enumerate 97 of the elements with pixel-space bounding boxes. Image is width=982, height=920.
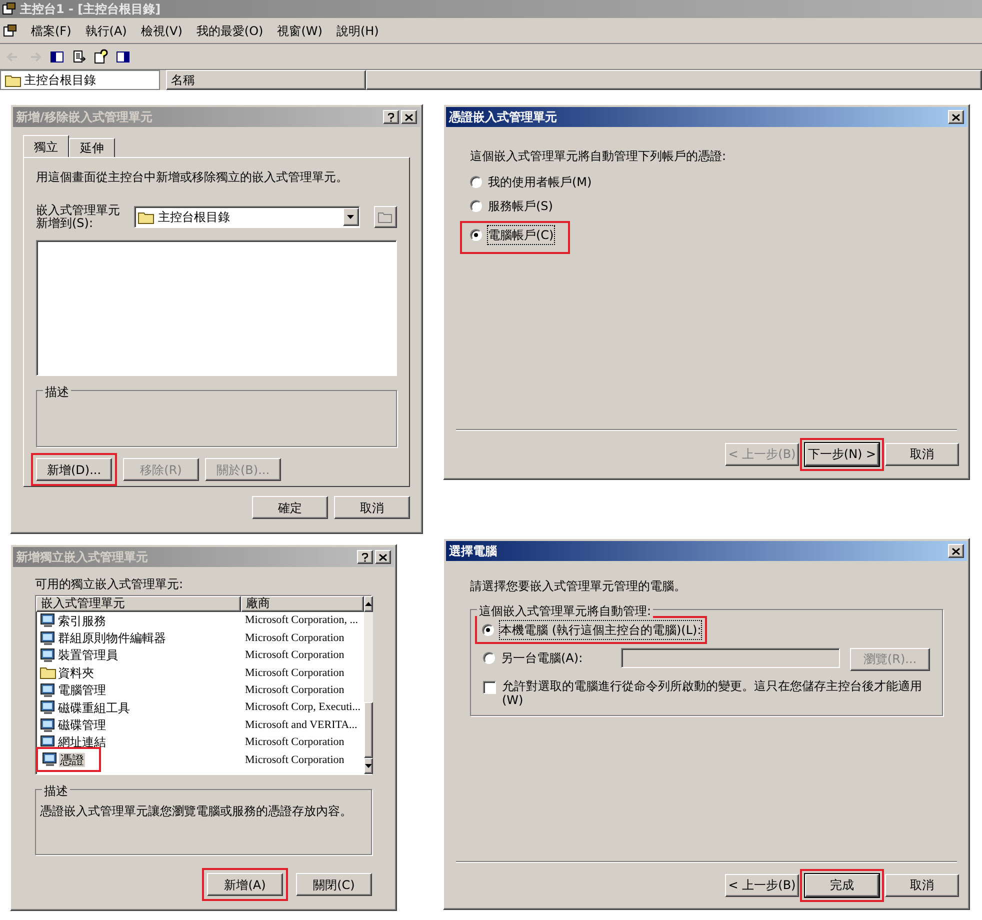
dialog-button[interactable]: 新增(D)... <box>36 458 112 481</box>
tab[interactable]: 延伸 <box>69 138 115 157</box>
dialog-button[interactable]: 取消 <box>885 874 959 896</box>
console-icon <box>2 2 16 16</box>
help-button[interactable] <box>357 550 373 564</box>
radio-button[interactable] <box>483 652 495 664</box>
close-icon <box>952 114 960 120</box>
column-header[interactable]: 廠商 <box>241 596 364 612</box>
help-icon <box>93 48 109 64</box>
close-icon <box>952 548 960 554</box>
list-item[interactable]: 索引服務 <box>57 614 107 628</box>
down-arrow-icon <box>365 764 372 768</box>
scrollbar[interactable] <box>364 596 374 774</box>
dialog-button[interactable]: 取消 <box>885 442 959 466</box>
pane-icon <box>115 48 131 64</box>
question-mark-icon <box>388 112 394 122</box>
radio-button[interactable] <box>470 176 482 188</box>
question-mark-icon <box>362 552 368 562</box>
column-header[interactable]: 嵌入式管理單元 <box>36 596 241 612</box>
list-item[interactable]: 磁碟重組工具 <box>57 700 131 715</box>
computer-name-field[interactable] <box>620 648 840 668</box>
list-item[interactable]: 電腦管理 <box>57 683 107 698</box>
column-header[interactable]: 名稱 <box>166 70 366 90</box>
dialog-button[interactable]: 下一步(N) > <box>805 442 879 466</box>
radio-label: 另一台電腦(A): <box>501 650 583 668</box>
menu-item[interactable]: 檔案(F) <box>31 22 72 40</box>
radio-button[interactable] <box>482 624 494 636</box>
vendor-cell-text: Microsoft Corporation <box>244 648 346 664</box>
description-text: 憑證嵌入式管理單元讓您瀏覽電腦或服務的憑證存放內容。 <box>40 804 352 818</box>
folder-button[interactable] <box>374 206 397 228</box>
instruction-text: 請選擇您要嵌入式管理單元管理的電腦。 <box>470 578 687 595</box>
checkbox-label: 允許對選取的電腦進行從命令列所啟動的變更。這只在您儲存主控台後才能適用(W) <box>502 678 923 706</box>
tab[interactable]: 獨立 <box>23 135 69 157</box>
vendor-cell-text: Microsoft Corporation <box>244 683 346 698</box>
dropdown-button[interactable] <box>342 208 359 226</box>
close-button[interactable] <box>948 110 964 124</box>
menu-item[interactable]: 我的最愛(O) <box>196 22 264 40</box>
folder-icon <box>378 211 392 223</box>
dropdown-field[interactable]: 主控台根目錄 <box>134 206 360 228</box>
vendor-cell-text: Microsoft Corporation, ... <box>244 613 360 628</box>
tree-icon <box>49 48 65 64</box>
dialog-title: 憑證嵌入式管理單元 <box>449 109 557 126</box>
list-label: 可用的獨立嵌入式管理單元: <box>35 576 184 593</box>
dialog-title: 選擇電腦 <box>449 543 497 560</box>
menu-item[interactable]: 檢視(V) <box>140 22 182 40</box>
list-item[interactable]: 網址連結 <box>57 735 107 750</box>
folder-icon <box>40 666 56 680</box>
dialog-button[interactable]: 關閉(C) <box>296 873 372 896</box>
dialog-title: 新增/移除嵌入式管理單元 <box>16 109 152 126</box>
window-title: 主控台1 - [主控台根目錄] <box>20 1 161 18</box>
menu-item[interactable]: 說明(H) <box>336 22 379 40</box>
close-icon <box>405 114 413 120</box>
radio-label: 服務帳戶(S) <box>488 198 553 215</box>
dialog-button[interactable]: 確定 <box>252 496 328 519</box>
help-button[interactable] <box>383 110 399 124</box>
close-button[interactable] <box>375 550 391 564</box>
list-item[interactable]: 磁碟管理 <box>57 718 107 732</box>
snapin-list[interactable] <box>35 595 372 775</box>
export-icon <box>71 48 87 64</box>
folder-icon <box>5 74 21 86</box>
group-legend: 這個嵌入式管理單元將自動管理: <box>477 602 654 620</box>
list-item[interactable]: 群組原則物件編輯器 <box>57 631 167 646</box>
radio-label: 本機電腦 (執行這個主控台的電腦)(L): <box>500 621 702 639</box>
dialog-title: 新增獨立嵌入式管理單元 <box>16 549 148 566</box>
close-button[interactable] <box>948 544 964 558</box>
vendor-cell-text: Microsoft Corporation <box>244 630 346 646</box>
list-item[interactable]: 資料夾 <box>57 666 95 680</box>
dialog-button[interactable]: 新增(A) <box>207 873 283 896</box>
checkbox[interactable] <box>483 680 496 694</box>
dialog-button[interactable]: 完成 <box>805 874 879 896</box>
folder-icon <box>138 210 154 224</box>
vendor-cell-text: Microsoft and VERITA... <box>244 718 358 733</box>
dialog-button[interactable]: 取消 <box>334 496 410 519</box>
field-label: 新增到(S): <box>36 217 94 230</box>
dialog-button[interactable]: < 上一步(B) <box>725 874 799 896</box>
radio-button[interactable] <box>470 229 482 241</box>
vendor-cell-text: Microsoft Corporation <box>244 752 346 768</box>
up-arrow-icon <box>365 602 372 606</box>
menu-item[interactable]: 執行(A) <box>85 22 127 40</box>
field-label: 嵌入式管理單元 <box>36 204 121 217</box>
close-button[interactable] <box>401 110 417 124</box>
vendor-cell-text: Microsoft Corporation <box>244 666 346 681</box>
vendor-cell-text: Microsoft Corp, Executi... <box>244 700 362 716</box>
tree-item[interactable]: 主控台根目錄 <box>24 71 96 89</box>
menu-item[interactable]: 視窗(W) <box>277 22 322 40</box>
radio-label: 電腦帳戶(C) <box>488 226 554 244</box>
list-item[interactable]: 憑證 <box>59 752 85 767</box>
caret-icon <box>347 215 354 219</box>
console-icon <box>3 24 17 38</box>
instruction-text: 用這個畫面從主控台中新增或移除獨立的嵌入式管理單元。 <box>36 169 349 186</box>
radio-label: 我的使用者帳戶(M) <box>488 174 592 191</box>
list-item[interactable]: 裝置管理員 <box>57 648 119 662</box>
close-icon <box>379 554 387 560</box>
group-legend: 描述 <box>42 782 70 800</box>
vendor-cell-text: Microsoft Corporation <box>244 735 346 750</box>
instruction-text: 這個嵌入式管理單元將自動管理下列帳戶的憑證: <box>470 148 728 165</box>
radio-button[interactable] <box>470 200 482 212</box>
